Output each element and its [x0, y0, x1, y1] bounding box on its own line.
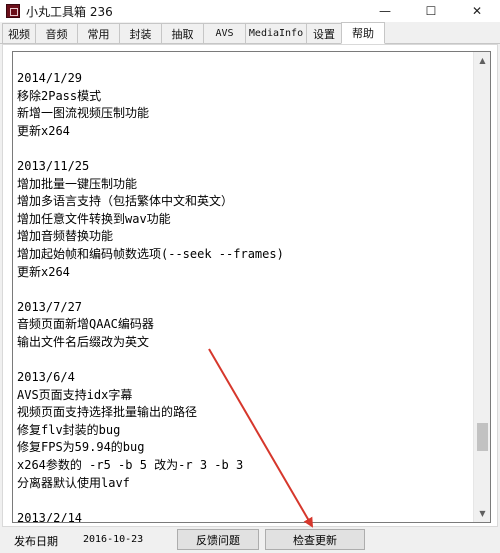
changelog-line: 更新x264: [17, 123, 70, 138]
window-title: 小丸工具箱 236: [26, 4, 113, 19]
changelog-line: 增加起始帧和编码帧数选项(--seek --frames): [17, 246, 284, 261]
release-date-label: 发布日期: [14, 535, 58, 548]
tab-common[interactable]: 常用: [77, 23, 120, 43]
minimize-button[interactable]: —: [362, 0, 408, 22]
scroll-up-icon[interactable]: ▲: [474, 52, 490, 69]
changelog-line: 分离器默认使用lavf: [17, 475, 130, 490]
tab-mux[interactable]: 封装: [119, 23, 162, 43]
changelog-line: 2013/6/4: [17, 370, 75, 385]
changelog-line: 2014/1/29: [17, 71, 83, 85]
tab-settings[interactable]: 设置: [306, 23, 342, 43]
tab-strip: 视频 音频 常用 封装 抽取 AVS MediaInfo 设置 帮助: [0, 22, 500, 44]
check-update-button[interactable]: 检查更新: [265, 529, 365, 550]
tab-audio[interactable]: 音频: [35, 23, 78, 43]
changelog-line: 2013/11/25: [17, 158, 90, 173]
changelog-blank-line: [17, 140, 469, 158]
changelog-text: 2014/1/29 移除2Pass模式新增一图流视频压制功能 更新x264 2013/…: [17, 70, 469, 523]
close-button[interactable]: ✕: [454, 0, 500, 22]
changelog-line: 2013/7/27: [17, 299, 83, 314]
feedback-button[interactable]: 反馈问题: [177, 529, 259, 550]
app-icon: [6, 4, 20, 18]
changelog-line: x264参数的 -r5 -b 5 改为-r 3 -b 3: [17, 458, 244, 473]
changelog-line: 新增一图流视频压制功能: [17, 106, 150, 121]
changelog-blank-line: [17, 352, 469, 370]
changelog-line: 输出文件名后缀改为英文: [17, 334, 150, 349]
changelog-blank-line: [17, 281, 469, 299]
tab-help[interactable]: 帮助: [341, 22, 385, 44]
changelog-line: 增加任意文件转换到wav功能: [17, 211, 171, 226]
changelog-line: AVS页面支持idx字幕: [17, 387, 133, 402]
changelog-line: 视频页面支持选择批量输出的路径: [17, 405, 198, 420]
title-bar: 小丸工具箱 236 — ☐ ✕: [0, 0, 500, 22]
help-panel: 2014/1/29 移除2Pass模式新增一图流视频压制功能 更新x264 2013/…: [2, 44, 498, 527]
changelog-line: 修复flv封装的bug: [17, 422, 121, 437]
scrollbar-thumb[interactable]: [477, 423, 488, 451]
changelog-line: 增加批量一键压制功能: [17, 176, 138, 191]
scroll-down-icon[interactable]: ▼: [474, 505, 490, 522]
changelog-line: 增加音频替换功能: [17, 229, 114, 244]
tab-video[interactable]: 视频: [2, 23, 36, 43]
release-date-value: 2016-10-23: [83, 534, 144, 545]
changelog-line: 音频页面新增QAAC编码器: [17, 317, 154, 332]
changelog-line: 移除2Pass模式: [17, 88, 102, 103]
changelog-line: 增加多语言支持（包括繁体中文和英文）: [17, 194, 234, 209]
changelog-line: 修复FPS为59.94的bug: [17, 440, 145, 455]
changelog-blank-line: [17, 492, 469, 510]
maximize-button[interactable]: ☐: [408, 0, 454, 22]
changelog-line: 更新x264: [17, 264, 70, 279]
tab-extract[interactable]: 抽取: [161, 23, 204, 43]
changelog-textbox[interactable]: 2014/1/29 移除2Pass模式新增一图流视频压制功能 更新x264 2013/…: [12, 51, 491, 523]
tab-avs[interactable]: AVS: [203, 23, 246, 43]
status-bar: 发布日期 2016-10-23 反馈问题 检查更新: [0, 527, 500, 553]
window-controls: — ☐ ✕: [362, 0, 500, 22]
changelog-line: 2013/2/14: [17, 510, 83, 523]
tab-mediainfo[interactable]: MediaInfo: [245, 23, 307, 43]
vertical-scrollbar[interactable]: ▲ ▼: [473, 52, 490, 522]
